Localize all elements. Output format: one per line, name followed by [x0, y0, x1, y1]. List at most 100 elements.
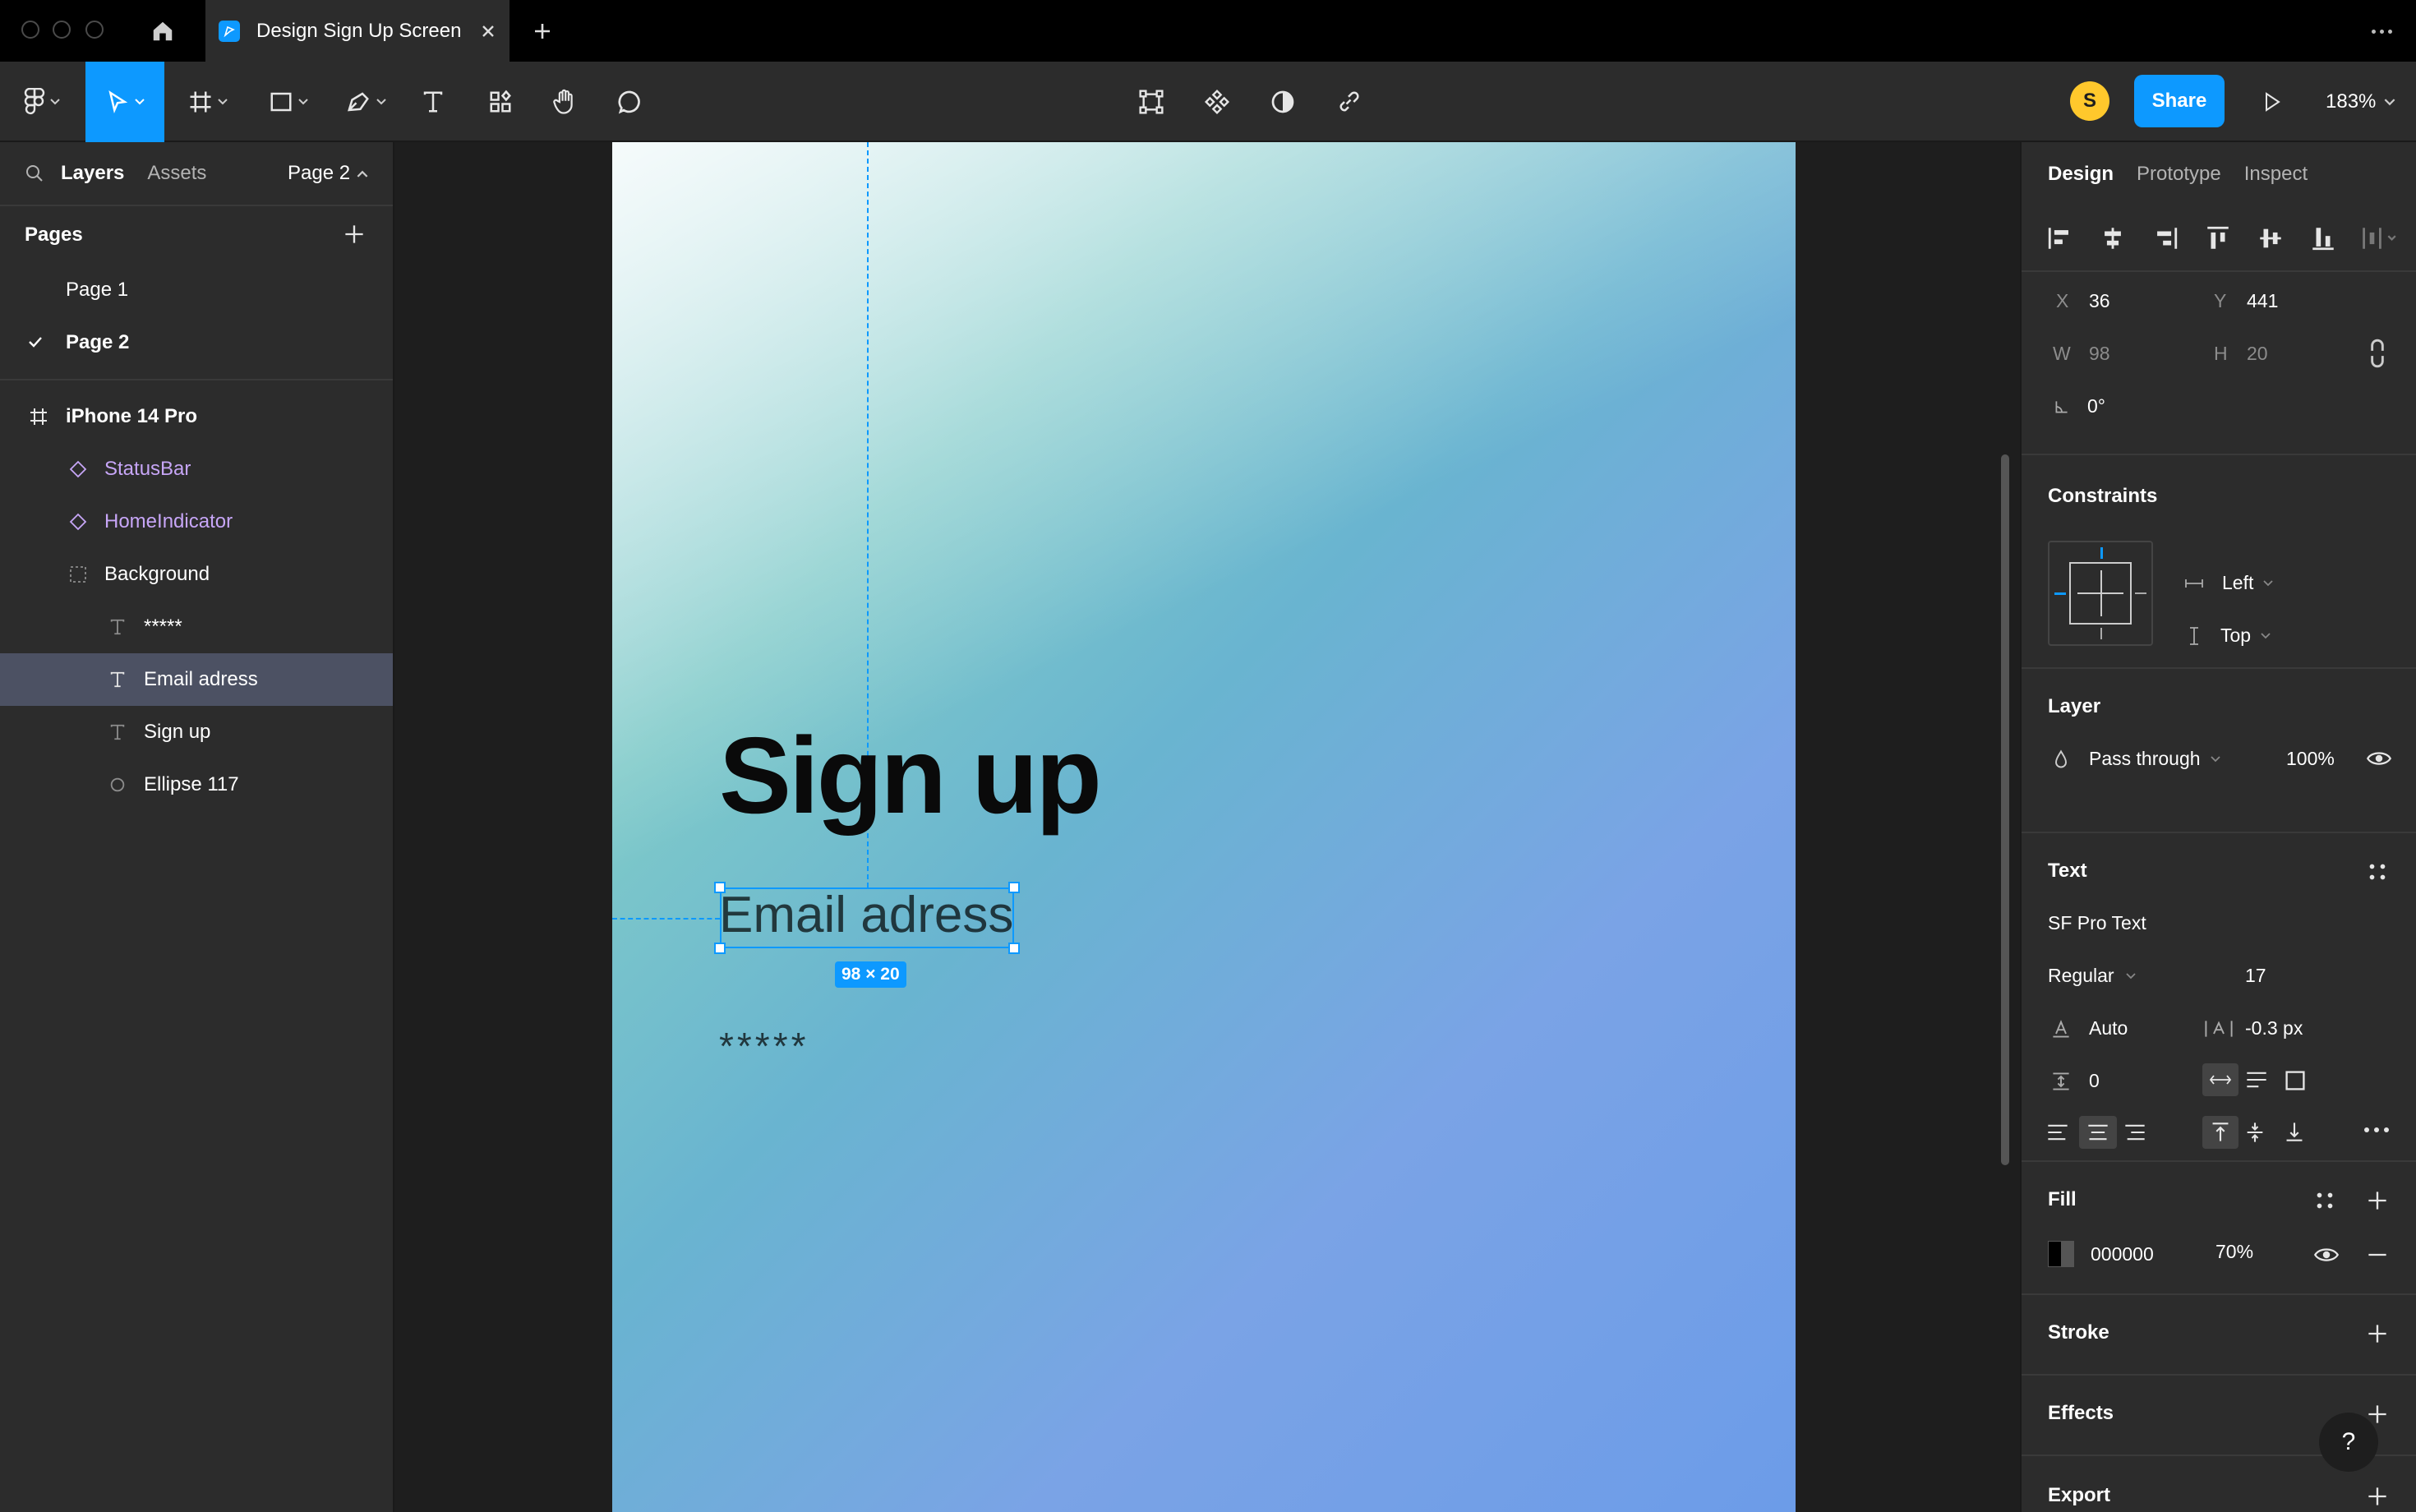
- fill-color-field[interactable]: 000000: [2048, 1241, 2154, 1267]
- constraints-widget[interactable]: [2048, 541, 2153, 646]
- layer-item-statusbar[interactable]: StatusBar: [0, 443, 393, 496]
- blend-mode-dropdown[interactable]: Pass through: [2053, 748, 2220, 770]
- main-menu-button[interactable]: [16, 62, 67, 142]
- link-button[interactable]: [1330, 62, 1367, 142]
- tab-inspect[interactable]: Inspect: [2244, 163, 2308, 186]
- canvas[interactable]: Sign up Email adress ***** 98 × 20: [396, 142, 2020, 1512]
- page-item-page-1[interactable]: Page 1: [0, 264, 393, 316]
- add-stroke-icon[interactable]: [2367, 1323, 2388, 1344]
- auto-width-button[interactable]: [2202, 1063, 2238, 1096]
- share-button[interactable]: Share: [2134, 75, 2225, 127]
- more-menu-button[interactable]: [2358, 15, 2404, 48]
- align-left-icon[interactable]: [2046, 224, 2074, 252]
- font-weight-dropdown[interactable]: Regular: [2048, 965, 2136, 987]
- close-window-button[interactable]: [21, 21, 39, 39]
- mask-button[interactable]: [1264, 62, 1302, 142]
- horizontal-constraint-dropdown[interactable]: Left: [2184, 572, 2274, 594]
- close-tab-icon[interactable]: [480, 23, 496, 39]
- align-horizontal-center-icon[interactable]: [2099, 224, 2127, 252]
- canvas-scrollbar[interactable]: [2001, 454, 2009, 1165]
- text-align-center-button[interactable]: [2079, 1116, 2117, 1149]
- width-field[interactable]: W 98: [2053, 343, 2110, 365]
- rotation-field[interactable]: 0°: [2053, 395, 2105, 417]
- vertical-constraint-dropdown[interactable]: Top: [2188, 625, 2271, 647]
- tab-assets[interactable]: Assets: [147, 162, 206, 185]
- align-bottom-icon[interactable]: [2309, 224, 2337, 252]
- page-dropdown-label: Page 2: [288, 162, 351, 184]
- tab-prototype[interactable]: Prototype: [2137, 163, 2221, 186]
- fill-swatch[interactable]: [2048, 1241, 2074, 1267]
- file-tab[interactable]: Design Sign Up Screen: [205, 0, 509, 62]
- edit-object-button[interactable]: [1132, 62, 1170, 142]
- more-options-icon[interactable]: [2363, 1126, 2390, 1134]
- line-height-field[interactable]: Auto: [2051, 1017, 2128, 1040]
- resize-handle-bottom-left[interactable]: [714, 943, 726, 954]
- tab-design[interactable]: Design: [2048, 163, 2114, 186]
- layer-item-password-mask[interactable]: *****: [0, 601, 393, 653]
- resize-handle-top-right[interactable]: [1008, 882, 1020, 893]
- home-button[interactable]: [131, 0, 193, 62]
- avatar[interactable]: S: [2070, 81, 2109, 121]
- align-right-icon[interactable]: [2151, 224, 2179, 252]
- layer-item-iphone-14-pro[interactable]: iPhone 14 Pro: [0, 390, 393, 443]
- resize-handle-top-left[interactable]: [714, 882, 726, 893]
- help-button[interactable]: ?: [2319, 1413, 2378, 1472]
- x-field[interactable]: X 36: [2056, 290, 2110, 312]
- align-vertical-center-icon[interactable]: [2257, 224, 2285, 252]
- layer-item-homeindicator[interactable]: HomeIndicator: [0, 496, 393, 548]
- minimize-window-button[interactable]: [53, 21, 71, 39]
- add-page-icon[interactable]: [343, 224, 365, 245]
- fill-opacity-field[interactable]: 70%: [2215, 1241, 2253, 1263]
- layer-item-email-adress[interactable]: Email adress: [0, 653, 393, 706]
- fill-styles-icon[interactable]: [2314, 1190, 2335, 1211]
- fixed-size-icon[interactable]: [2285, 1070, 2306, 1091]
- y-field[interactable]: Y 441: [2214, 290, 2278, 312]
- iphone-14-pro-frame[interactable]: Sign up Email adress ***** 98 × 20: [612, 142, 1796, 1512]
- password-mask-text[interactable]: *****: [719, 1024, 809, 1068]
- add-fill-icon[interactable]: [2367, 1190, 2388, 1211]
- vertical-align-middle-icon[interactable]: [2245, 1121, 2265, 1144]
- hand-tool-button[interactable]: [544, 62, 585, 142]
- new-tab-button[interactable]: [526, 15, 559, 48]
- resources-tool-button[interactable]: [480, 62, 521, 142]
- move-tool-button[interactable]: [85, 62, 164, 142]
- layer-item-sign-up[interactable]: Sign up: [0, 706, 393, 758]
- eye-icon[interactable]: [2314, 1244, 2339, 1265]
- eye-icon[interactable]: [2367, 748, 2391, 769]
- zoom-window-button[interactable]: [85, 21, 104, 39]
- auto-height-icon[interactable]: [2245, 1070, 2268, 1090]
- text-align-left-icon[interactable]: [2046, 1122, 2069, 1142]
- letter-spacing-field[interactable]: -0.3 px: [2204, 1017, 2303, 1040]
- remove-fill-icon[interactable]: [2367, 1252, 2388, 1257]
- resize-handle-bottom-right[interactable]: [1008, 943, 1020, 954]
- font-family-dropdown[interactable]: SF Pro Text: [2048, 912, 2146, 934]
- chevron-down-icon: [50, 99, 60, 105]
- text-align-right-icon[interactable]: [2123, 1122, 2146, 1142]
- text-tool-button[interactable]: [413, 62, 454, 142]
- vertical-align-top-button[interactable]: [2202, 1116, 2238, 1149]
- search-icon[interactable]: [25, 164, 44, 183]
- layer-item-background[interactable]: Background: [0, 548, 393, 601]
- align-top-icon[interactable]: [2204, 224, 2232, 252]
- tab-layers[interactable]: Layers: [61, 162, 124, 185]
- pen-tool-button[interactable]: [337, 62, 394, 142]
- frame-tool-button[interactable]: [179, 62, 237, 142]
- sign-up-heading[interactable]: Sign up: [719, 713, 1102, 837]
- paragraph-spacing-field[interactable]: 0: [2051, 1070, 2100, 1092]
- comment-tool-button[interactable]: [610, 62, 651, 142]
- create-component-button[interactable]: [1198, 62, 1236, 142]
- add-export-icon[interactable]: [2367, 1486, 2388, 1507]
- layer-item-ellipse-117[interactable]: Ellipse 117: [0, 758, 393, 811]
- layer-opacity-field[interactable]: 100%: [2286, 748, 2335, 770]
- constrain-proportions-icon[interactable]: [2367, 338, 2388, 369]
- font-size-field[interactable]: 17: [2245, 965, 2266, 987]
- vertical-align-bottom-icon[interactable]: [2285, 1121, 2304, 1142]
- shape-tool-button[interactable]: [260, 62, 317, 142]
- page-dropdown[interactable]: Page 2: [288, 162, 368, 185]
- height-field[interactable]: H 20: [2214, 343, 2268, 365]
- text-styles-icon[interactable]: [2367, 861, 2388, 883]
- page-item-page-2[interactable]: Page 2: [0, 316, 393, 369]
- distribute-icon[interactable]: [2360, 224, 2398, 252]
- present-button[interactable]: [2253, 62, 2291, 142]
- zoom-dropdown[interactable]: 183%: [2326, 62, 2395, 142]
